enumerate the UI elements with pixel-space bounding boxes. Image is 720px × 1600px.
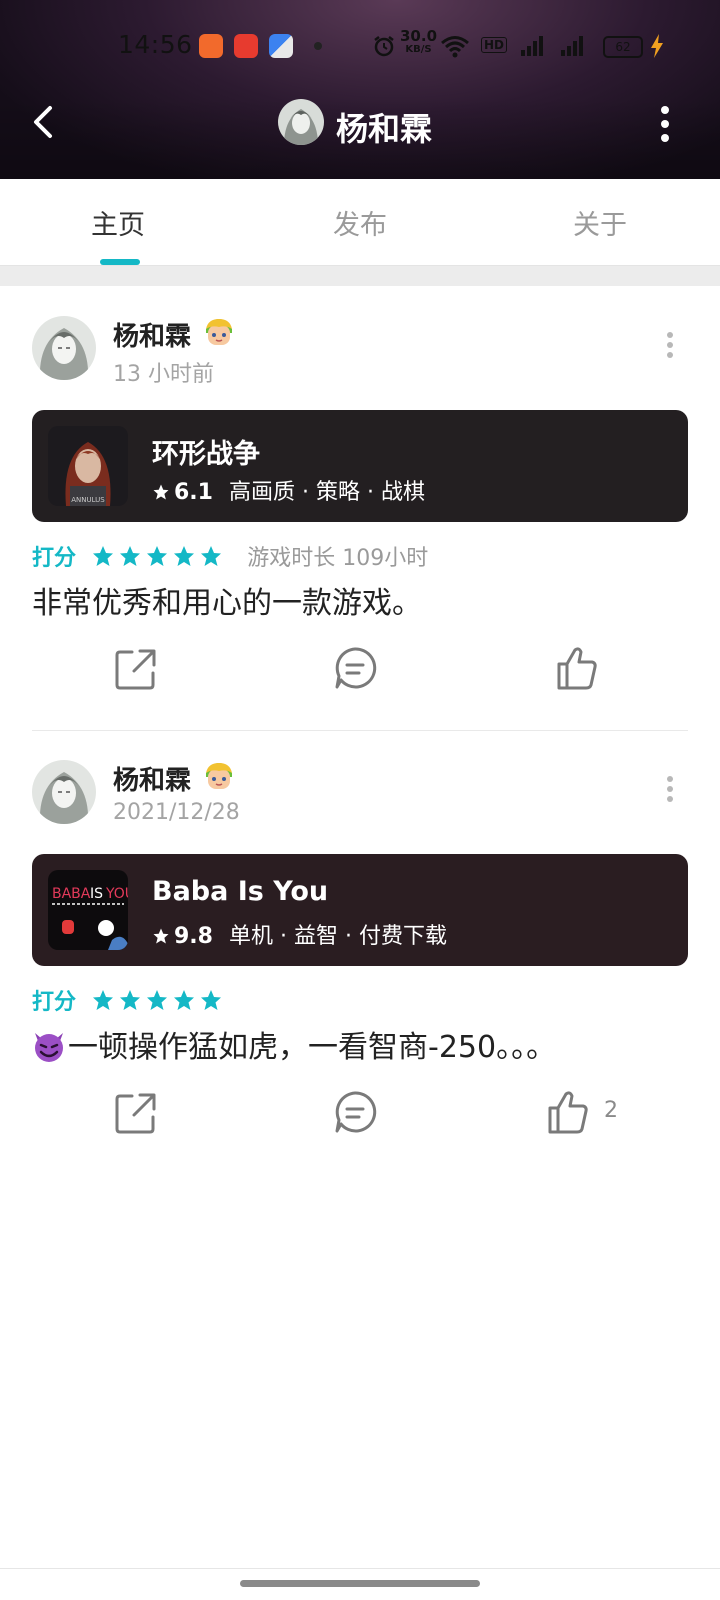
app-notification-icon <box>199 34 223 58</box>
game-tags: 单机 · 益智 · 付费下载 <box>228 924 447 949</box>
game-meta: 6.1 高画质 · 策略 · 战棋 <box>152 474 425 506</box>
app-notification-icon <box>234 34 258 58</box>
nav-bar-divider <box>0 1568 720 1569</box>
author-avatar[interactable] <box>32 316 96 380</box>
like-count: 2 <box>604 1098 618 1123</box>
comment-icon[interactable] <box>333 1082 377 1142</box>
star-icon <box>201 546 222 566</box>
status-bar: 14:56 30.0 KB/S HD 62 <box>0 28 720 64</box>
rating-label: 打分 <box>32 990 77 1015</box>
signal-icon <box>561 36 583 56</box>
game-title: 环形战争 <box>152 439 260 470</box>
comment-icon[interactable] <box>333 638 377 698</box>
post-text: 一顿操作猛如虎，一看智商-250。。。 <box>68 1030 557 1065</box>
author-name[interactable]: 杨和霖 <box>113 760 191 797</box>
game-rating: 9.8 <box>174 924 213 949</box>
post-divider <box>32 730 688 731</box>
game-card[interactable]: ANNULUS 环形战争 6.1 高画质 · 策略 · 战棋 <box>32 410 688 522</box>
thumbs-up-icon <box>557 647 597 690</box>
post-action-bar <box>0 638 720 698</box>
app-notification-icon <box>269 34 293 58</box>
star-icon <box>147 990 168 1010</box>
tab-home[interactable]: 主页 <box>38 203 198 242</box>
post-timestamp: 2021/12/28 <box>113 800 240 825</box>
share-icon[interactable] <box>114 1082 158 1142</box>
more-vertical-icon[interactable] <box>652 104 678 144</box>
post-action-bar: 2 <box>0 1082 720 1142</box>
play-time: 游戏时长 109小时 <box>247 546 429 571</box>
game-card[interactable]: BABA IS YOU Baba Is You 9.8 单机 · 益智 · 付费下… <box>32 854 688 966</box>
star-icon <box>153 484 169 500</box>
share-icon[interactable] <box>114 638 158 698</box>
rating-stars <box>91 988 226 1012</box>
header-title: 杨和霖 <box>336 110 433 148</box>
author-name[interactable]: 杨和霖 <box>113 316 191 353</box>
rating-row: 打分 <box>32 984 226 1015</box>
star-icon <box>174 990 195 1010</box>
star-icon <box>93 546 114 566</box>
wifi-icon <box>441 36 469 58</box>
game-cover-image: BABA IS YOU <box>48 870 128 950</box>
like-button[interactable]: 2 <box>546 1082 618 1142</box>
svg-text:BABA: BABA <box>52 886 91 902</box>
star-icon <box>120 990 141 1010</box>
star-icon <box>174 546 195 566</box>
profile-header: 14:56 30.0 KB/S HD 62 杨和霖 <box>0 0 720 179</box>
back-arrow-icon[interactable] <box>26 100 66 144</box>
game-rating: 6.1 <box>174 480 213 505</box>
svg-text:ANNULUS: ANNULUS <box>71 496 105 504</box>
tab-about[interactable]: 关于 <box>520 203 680 242</box>
post-more-icon[interactable] <box>664 330 676 360</box>
post-timestamp: 13 小时前 <box>113 362 214 387</box>
thumbs-up-icon <box>548 1091 588 1134</box>
home-indicator[interactable] <box>240 1580 480 1587</box>
status-time: 14:56 <box>118 30 193 59</box>
signal-icon <box>521 36 543 56</box>
alarm-icon <box>374 36 394 57</box>
game-tags: 高画质 · 策略 · 战棋 <box>228 480 425 505</box>
author-avatar[interactable] <box>32 760 96 824</box>
rating-label: 打分 <box>32 546 77 571</box>
post-text: 非常优秀和用心的一款游戏。 <box>32 586 422 621</box>
game-meta: 9.8 单机 · 益智 · 付费下载 <box>152 918 447 950</box>
rating-row: 打分 游戏时长 109小时 <box>32 540 429 571</box>
more-notifications-dot-icon <box>314 42 322 50</box>
star-icon <box>201 990 222 1010</box>
star-icon <box>93 990 114 1010</box>
star-icon <box>147 546 168 566</box>
section-separator <box>0 266 720 286</box>
header-avatar[interactable] <box>278 99 324 145</box>
network-speed: 30.0 KB/S <box>400 27 438 56</box>
post-more-icon[interactable] <box>664 774 676 804</box>
svg-text:IS: IS <box>90 886 103 902</box>
profile-tabs: 主页 发布 关于 <box>0 179 720 266</box>
character-badge-icon <box>206 319 232 345</box>
game-cover-image: ANNULUS <box>48 426 128 506</box>
active-tab-indicator <box>100 259 140 265</box>
hd-badge: HD <box>481 37 508 53</box>
star-icon <box>153 928 169 944</box>
svg-text:YOU: YOU <box>105 886 128 902</box>
charging-bolt-icon <box>651 34 663 58</box>
rating-stars <box>91 544 226 568</box>
post-text-row: 一顿操作猛如虎，一看智商-250。。。 <box>32 1022 556 1066</box>
character-badge-icon <box>206 763 232 789</box>
star-icon <box>120 546 141 566</box>
game-title: Baba Is You <box>152 876 329 907</box>
tab-posts[interactable]: 发布 <box>280 203 440 242</box>
battery-indicator: 62 <box>603 36 643 58</box>
like-button[interactable] <box>555 638 599 698</box>
smiling-devil-emoji-icon <box>35 1033 63 1062</box>
